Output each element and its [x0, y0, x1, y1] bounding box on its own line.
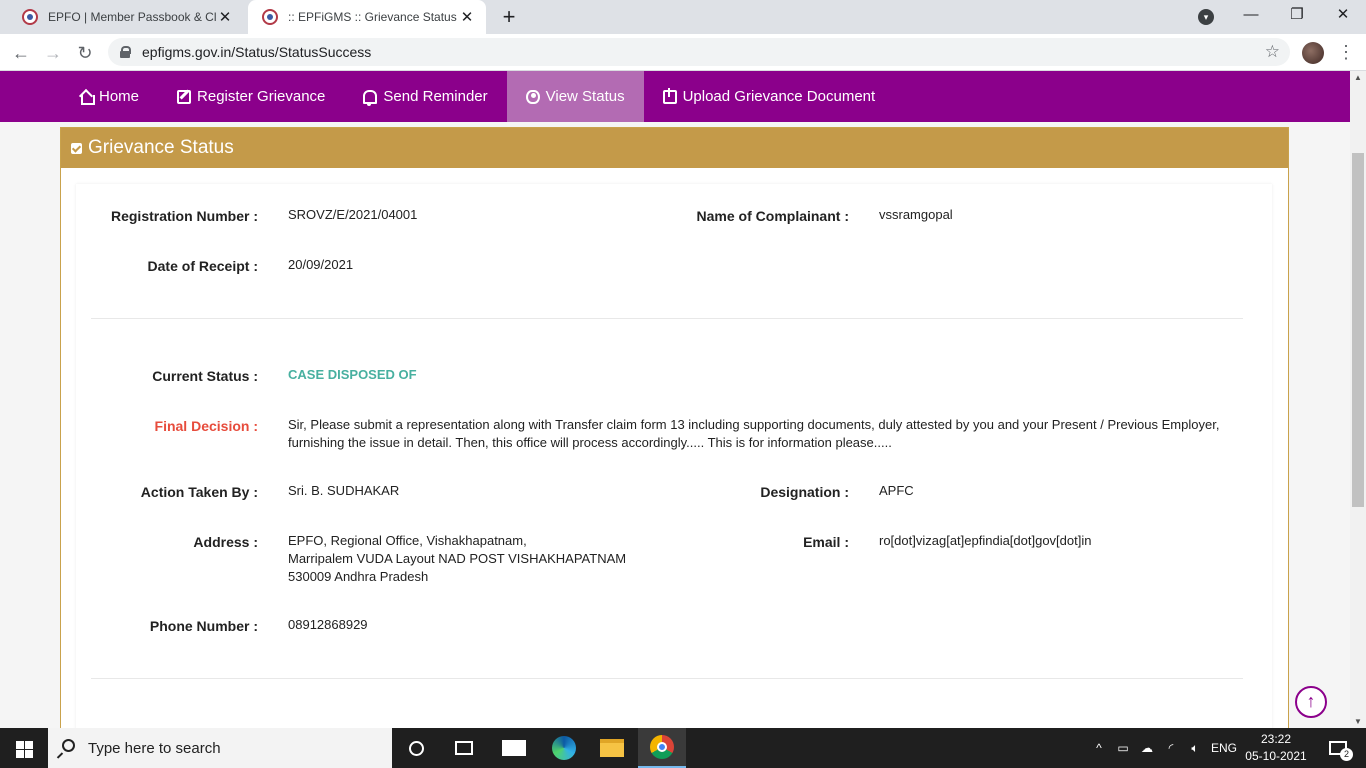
wifi-icon[interactable]: ◜ — [1160, 728, 1182, 768]
browser-toolbar: ← → ↻ epfigms.gov.in/Status/StatusSucces… — [0, 34, 1366, 71]
final-decision-value: Sir, Please submit a representation alon… — [288, 417, 1220, 450]
system-clock[interactable]: 23:22 05-10-2021 — [1240, 731, 1312, 765]
forward-arrow-icon[interactable]: → — [40, 40, 66, 66]
scroll-down-arrow-icon[interactable]: ▼ — [1354, 717, 1362, 726]
mail-icon[interactable] — [490, 728, 538, 768]
task-view-icon[interactable] — [440, 728, 488, 768]
tab-title: EPFO | Member Passbook & Claim — [48, 10, 216, 24]
scrollbar-thumb[interactable] — [1352, 153, 1364, 507]
upload-icon — [662, 87, 677, 104]
nav-upload-grievance-document[interactable]: Upload Grievance Document — [644, 71, 895, 122]
divider — [91, 678, 1243, 679]
epfo-favicon-icon — [22, 9, 38, 25]
bell-icon — [363, 89, 378, 106]
reload-icon[interactable]: ↻ — [72, 40, 98, 66]
tab-search-icon[interactable]: ▾ — [1198, 9, 1214, 25]
complainant-value: vssramgopal — [879, 207, 953, 222]
nav-register-grievance[interactable]: Register Grievance — [158, 71, 344, 122]
lock-icon[interactable] — [120, 46, 131, 58]
new-tab-button[interactable]: + — [496, 5, 522, 29]
back-to-top-button[interactable]: ↑ — [1295, 686, 1327, 718]
close-tab-icon[interactable]: ✕ — [458, 8, 476, 26]
nav-label: View Status — [545, 88, 625, 105]
receipt-date-value: 20/09/2021 — [288, 257, 354, 272]
nav-home[interactable]: Home — [60, 71, 158, 122]
address-line: 530009 Andhra Pradesh — [288, 569, 429, 584]
designation-value: APFC — [879, 483, 914, 498]
registration-number-value: SROVZ/E/2021/04001 — [288, 207, 418, 222]
clock-time: 23:22 — [1260, 732, 1292, 746]
page-viewport: Home Register Grievance Send Reminder Vi… — [0, 71, 1350, 728]
bookmark-star-icon[interactable]: ☆ — [1265, 42, 1280, 62]
receipt-date-label: Date of Receipt : — [147, 258, 258, 274]
nav-label: Register Grievance — [197, 88, 326, 105]
nav-label: Send Reminder — [383, 88, 488, 105]
panel-heading: Grievance Status — [61, 128, 1288, 168]
panel-title: Grievance Status — [88, 137, 234, 158]
action-taken-by-value: Sri. B. SUDHAKAR — [288, 483, 400, 498]
profile-avatar[interactable] — [1302, 42, 1324, 64]
address-bar[interactable]: epfigms.gov.in/Status/StatusSuccess ☆ — [108, 38, 1290, 66]
search-placeholder: Type here to search — [88, 739, 221, 757]
edit-icon — [177, 89, 192, 104]
close-window-button[interactable]: ✕ — [1320, 0, 1366, 32]
search-icon — [62, 739, 75, 752]
tab-title: :: EPFiGMS :: Grievance Status — [288, 10, 457, 24]
restore-button[interactable]: ❐ — [1274, 0, 1320, 32]
chrome-browser-icon[interactable] — [638, 728, 686, 768]
nav-label: Home — [99, 88, 140, 105]
final-decision-label: Final Decision : — [154, 418, 258, 434]
current-status-label: Current Status : — [152, 368, 258, 384]
address-line: EPFO, Regional Office, Vishakhapatnam, — [288, 533, 527, 548]
eye-icon — [525, 89, 540, 104]
show-hidden-icons-icon[interactable]: ^ — [1090, 728, 1108, 768]
epfo-favicon-icon — [262, 9, 278, 25]
battery-icon[interactable]: ▭ — [1112, 728, 1134, 768]
email-label: Email : — [803, 534, 849, 550]
tab-epfo-passbook[interactable]: EPFO | Member Passbook & Claim ✕ — [8, 0, 244, 34]
current-status-value: CASE DISPOSED OF — [288, 367, 417, 382]
address-line: Marripalem VUDA Layout NAD POST VISHAKHA… — [288, 551, 627, 566]
home-icon — [79, 90, 95, 105]
url-text: epfigms.gov.in/Status/StatusSuccess — [142, 44, 372, 60]
language-indicator[interactable]: ENG — [1208, 728, 1240, 768]
phone-value: 08912868929 — [288, 617, 368, 632]
notification-center-icon[interactable]: 2 — [1318, 728, 1358, 768]
grievance-status-panel: Grievance Status Registration Number : S… — [60, 127, 1289, 728]
nav-view-status[interactable]: View Status — [506, 71, 644, 122]
address-label: Address : — [193, 534, 258, 550]
site-navbar: Home Register Grievance Send Reminder Vi… — [0, 71, 1350, 122]
windows-taskbar: Type here to search ^ ▭ ☁ ◜ 🔈︎ ENG 23:22… — [0, 728, 1366, 768]
close-tab-icon[interactable]: ✕ — [216, 8, 234, 26]
tab-grievance-status[interactable]: :: EPFiGMS :: Grievance Status ✕ — [248, 0, 486, 34]
edge-browser-icon[interactable] — [540, 728, 588, 768]
phone-label: Phone Number : — [149, 618, 258, 634]
windows-start-icon[interactable] — [0, 728, 48, 768]
onedrive-cloud-icon[interactable]: ☁ — [1136, 728, 1158, 768]
action-taken-by-label: Action Taken By : — [140, 484, 258, 500]
complainant-label: Name of Complainant : — [696, 208, 849, 224]
email-value: ro[dot]vizag[at]epfindia[dot]gov[dot]in — [879, 533, 1092, 548]
address-value: EPFO, Regional Office, Vishakhapatnam, M… — [288, 532, 626, 586]
cortana-icon[interactable] — [392, 728, 440, 768]
grievance-details: Registration Number : SROVZ/E/2021/04001… — [76, 184, 1272, 728]
browser-menu-icon[interactable]: ⋮ — [1336, 42, 1356, 62]
checkbox-icon — [71, 142, 82, 154]
divider — [91, 318, 1243, 319]
notification-count: 2 — [1340, 748, 1353, 761]
volume-icon[interactable]: 🔈︎ — [1184, 728, 1206, 768]
back-arrow-icon[interactable]: ← — [8, 40, 34, 66]
minimize-button[interactable]: — — [1228, 0, 1274, 32]
browser-tab-strip: EPFO | Member Passbook & Claim ✕ :: EPFi… — [0, 0, 1366, 34]
clock-date: 05-10-2021 — [1245, 749, 1307, 763]
scroll-up-arrow-icon[interactable]: ▲ — [1354, 73, 1362, 82]
registration-number-label: Registration Number : — [110, 208, 258, 224]
nav-label: Upload Grievance Document — [682, 88, 876, 105]
page-scrollbar[interactable]: ▲ ▼ — [1350, 71, 1366, 728]
file-explorer-icon[interactable] — [588, 728, 636, 768]
nav-send-reminder[interactable]: Send Reminder — [344, 71, 506, 122]
designation-label: Designation : — [760, 484, 849, 500]
taskbar-search-box[interactable]: Type here to search — [48, 728, 392, 768]
